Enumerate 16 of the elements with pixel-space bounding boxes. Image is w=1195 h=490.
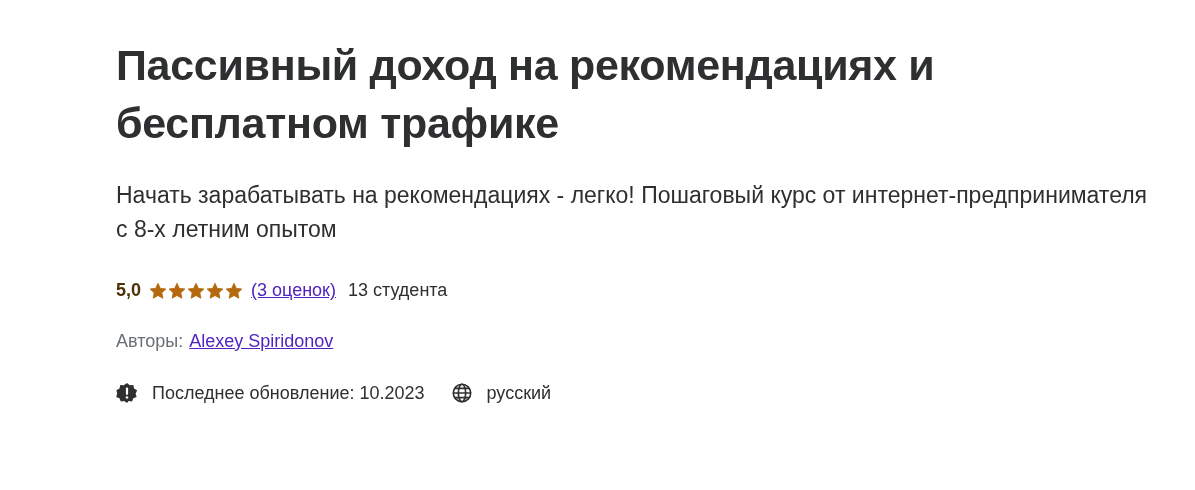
language-text: русский: [486, 382, 552, 404]
star-icon: [225, 281, 244, 300]
update-date-text: Последнее обновление: 10.2023: [152, 382, 425, 404]
star-icon: [168, 281, 187, 300]
course-title: Пассивный доход на рекомендациях и бесплатном трафике: [116, 40, 936, 149]
alert-badge-icon: [116, 382, 138, 404]
students-count: 13 студента: [348, 280, 448, 301]
authors-label: Авторы:: [116, 331, 184, 352]
star-icon: [206, 281, 225, 300]
star-icon: [187, 281, 206, 300]
globe-icon: [450, 382, 473, 404]
star-icon: [149, 281, 168, 300]
rating-score: 5,0: [116, 280, 142, 301]
reviews-link[interactable]: (3 оценок): [251, 280, 336, 301]
author-link[interactable]: Alexey Spiridonov: [189, 331, 334, 352]
course-subtitle: Начать зарабатывать на рекомендациях - легко! Пошаговый курс от интернет-предпринимателя с 8-х летним опытом: [116, 181, 1149, 244]
